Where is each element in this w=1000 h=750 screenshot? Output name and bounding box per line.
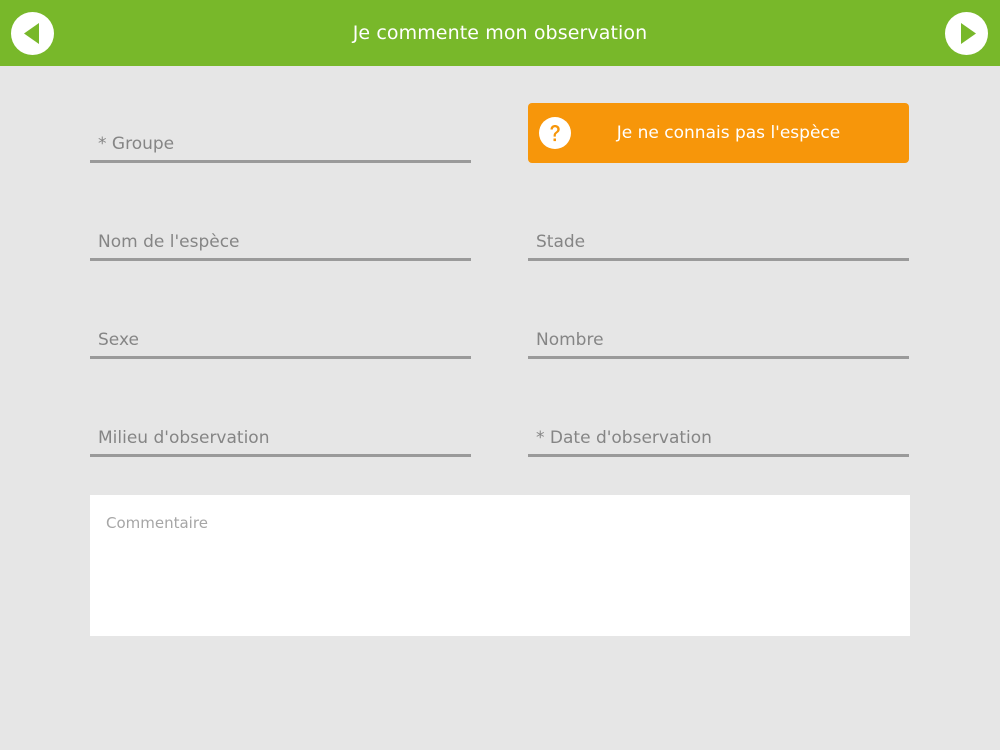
count-placeholder: Nombre: [536, 330, 604, 350]
species-name-placeholder: Nom de l'espèce: [98, 232, 240, 252]
comment-textarea[interactable]: Commentaire: [90, 495, 910, 636]
habitat-field[interactable]: Milieu d'observation: [90, 417, 471, 457]
date-placeholder: * Date d'observation: [536, 428, 712, 448]
count-field[interactable]: Nombre: [528, 319, 909, 359]
unknown-species-button[interactable]: Je ne connais pas l'espèce: [528, 103, 909, 163]
habitat-placeholder: Milieu d'observation: [98, 428, 270, 448]
stage-placeholder: Stade: [536, 232, 586, 252]
comment-placeholder: Commentaire: [106, 514, 208, 532]
date-field[interactable]: * Date d'observation: [528, 417, 909, 457]
next-button[interactable]: [945, 12, 988, 55]
group-placeholder: * Groupe: [98, 134, 175, 154]
stage-field[interactable]: Stade: [528, 221, 909, 261]
group-field[interactable]: * Groupe: [90, 123, 471, 163]
header-bar: Je commente mon observation: [0, 0, 1000, 66]
species-name-field[interactable]: Nom de l'espèce: [90, 221, 471, 261]
unknown-species-label: Je ne connais pas l'espèce: [616, 123, 841, 143]
sex-placeholder: Sexe: [98, 330, 139, 350]
arrow-right-icon: [961, 23, 976, 44]
sex-field[interactable]: Sexe: [90, 319, 471, 359]
page-title: Je commente mon observation: [352, 22, 648, 44]
